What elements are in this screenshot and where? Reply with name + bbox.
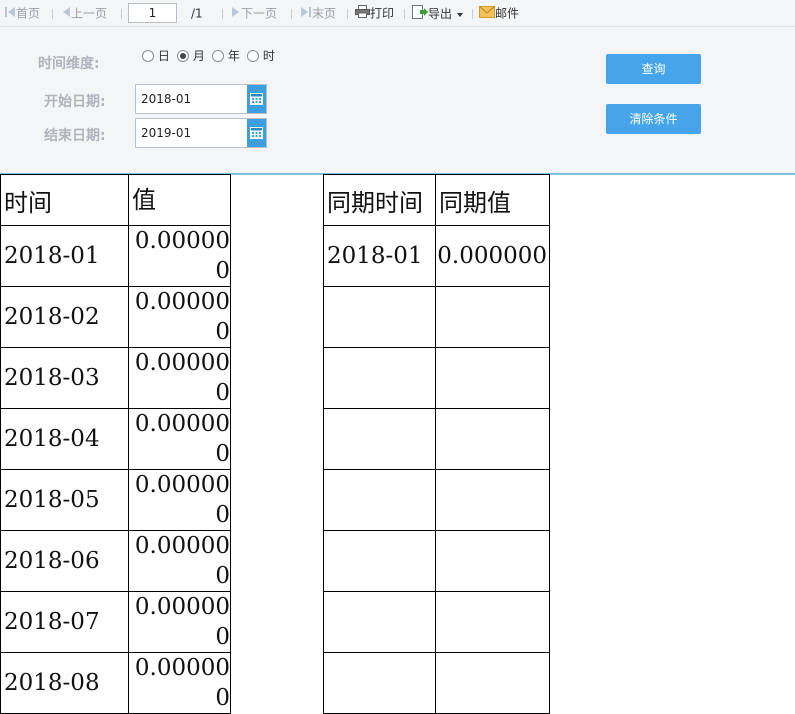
cell-time: 2018-05 — [0, 469, 129, 531]
cell-time — [323, 591, 436, 653]
table-row: 2018-02 0.000000 — [0, 286, 231, 348]
cell-value — [435, 530, 550, 592]
calendar-icon[interactable] — [247, 85, 266, 113]
prev-page-button[interactable]: 上一页 — [61, 5, 107, 21]
cell-value: 0.000000 — [128, 286, 231, 348]
table-row: 2018-04 0.000000 — [0, 408, 231, 470]
column-header-same-period-value: 同期值 — [435, 174, 550, 226]
end-date-label: 结束日期: — [44, 128, 106, 144]
start-date-label: 开始日期: — [44, 94, 106, 110]
cell-value — [435, 347, 550, 409]
radio-circle — [142, 50, 154, 62]
total-pages: /1 — [191, 6, 203, 21]
column-header-value: 值 — [128, 174, 231, 226]
toolbar-divider — [472, 9, 473, 19]
mail-button[interactable]: 邮件 — [479, 5, 519, 21]
page-number-input[interactable] — [128, 3, 177, 23]
toolbar-divider — [404, 9, 405, 19]
table-row: 2018-05 0.000000 — [0, 469, 231, 531]
radio-day[interactable]: 日 — [142, 49, 170, 63]
cell-time — [323, 286, 436, 348]
radio-month[interactable]: 月 — [177, 49, 205, 63]
cell-value — [435, 591, 550, 653]
table-row: 2018-08 0.000000 — [0, 652, 231, 714]
end-date-field[interactable]: 2019-01 — [135, 118, 267, 148]
cell-value — [435, 286, 550, 348]
cell-value: 0.000000 — [128, 469, 231, 531]
print-button[interactable]: 打印 — [355, 5, 394, 21]
same-period-table: 同期时间 同期值 2018-01 0.000000 — [323, 174, 550, 714]
cell-value: 0.000000 — [435, 225, 550, 287]
table-row: 2018-07 0.000000 — [0, 591, 231, 653]
cell-time — [323, 530, 436, 592]
cell-value — [435, 408, 550, 470]
first-page-button[interactable]: 首页 — [4, 5, 40, 21]
last-page-button[interactable]: 末页 — [300, 5, 336, 21]
table-row — [323, 591, 550, 653]
table-header-row: 时间 值 — [0, 174, 231, 226]
table-row — [323, 469, 550, 531]
cell-time: 2018-06 — [0, 530, 129, 592]
cell-value — [435, 469, 550, 531]
table-row — [323, 652, 550, 714]
column-header-time: 时间 — [0, 174, 129, 226]
radio-circle-selected — [177, 50, 189, 62]
toolbar-divider — [347, 9, 348, 19]
cell-time — [323, 469, 436, 531]
start-date-field[interactable]: 2018-01 — [135, 84, 267, 114]
table-row: 2018-06 0.000000 — [0, 530, 231, 592]
cell-time — [323, 408, 436, 470]
last-page-icon — [300, 6, 312, 22]
cell-value: 0.000000 — [128, 530, 231, 592]
cell-time — [323, 652, 436, 714]
cell-time: 2018-01 — [323, 225, 436, 287]
prev-page-icon — [61, 6, 71, 22]
toolbar-divider — [121, 9, 122, 19]
time-dimension-label: 时间维度: — [38, 56, 100, 72]
cell-value: 0.000000 — [128, 225, 231, 287]
cell-time: 2018-08 — [0, 652, 129, 714]
table-row: 2018-01 0.000000 — [0, 225, 231, 287]
table-row: 2018-01 0.000000 — [323, 225, 550, 287]
cell-time: 2018-07 — [0, 591, 129, 653]
toolbar-divider — [52, 9, 53, 19]
toolbar-divider — [222, 9, 223, 19]
cell-time: 2018-01 — [0, 225, 129, 287]
column-header-same-period-time: 同期时间 — [323, 174, 436, 226]
cell-value: 0.000000 — [128, 347, 231, 409]
table-row — [323, 408, 550, 470]
table-row — [323, 530, 550, 592]
first-page-icon — [4, 6, 16, 22]
cell-time: 2018-04 — [0, 408, 129, 470]
cell-time: 2018-02 — [0, 286, 129, 348]
cell-time — [323, 347, 436, 409]
printer-icon — [355, 5, 370, 22]
report-toolbar: 首页 上一页 /1 下一页 末页 打印 导出 — [0, 0, 795, 27]
calendar-icon[interactable] — [247, 119, 266, 147]
export-button[interactable]: 导出 — [412, 5, 464, 21]
query-button[interactable]: 查询 — [606, 54, 701, 84]
radio-circle — [212, 50, 224, 62]
values-table: 时间 值 2018-01 0.000000 2018-02 0.000000 2… — [0, 174, 231, 714]
cell-value: 0.000000 — [128, 652, 231, 714]
radio-year[interactable]: 年 — [212, 49, 240, 63]
radio-hour[interactable]: 时 — [247, 49, 275, 63]
filter-panel: 时间维度: 日 月 年 时 开始日期: 2018-01 结束日期: 2019-0… — [0, 27, 795, 175]
cell-value: 0.000000 — [128, 591, 231, 653]
chevron-down-icon — [456, 6, 464, 22]
export-icon — [412, 5, 428, 23]
mail-icon — [479, 5, 495, 22]
table-row: 2018-03 0.000000 — [0, 347, 231, 409]
next-page-button[interactable]: 下一页 — [231, 5, 277, 21]
table-header-row: 同期时间 同期值 — [323, 174, 550, 226]
clear-conditions-button[interactable]: 清除条件 — [606, 104, 701, 134]
radio-circle — [247, 50, 259, 62]
cell-value — [435, 652, 550, 714]
table-row — [323, 286, 550, 348]
toolbar-divider — [291, 9, 292, 19]
cell-time: 2018-03 — [0, 347, 129, 409]
next-page-icon — [231, 6, 241, 22]
cell-value: 0.000000 — [128, 408, 231, 470]
table-row — [323, 347, 550, 409]
